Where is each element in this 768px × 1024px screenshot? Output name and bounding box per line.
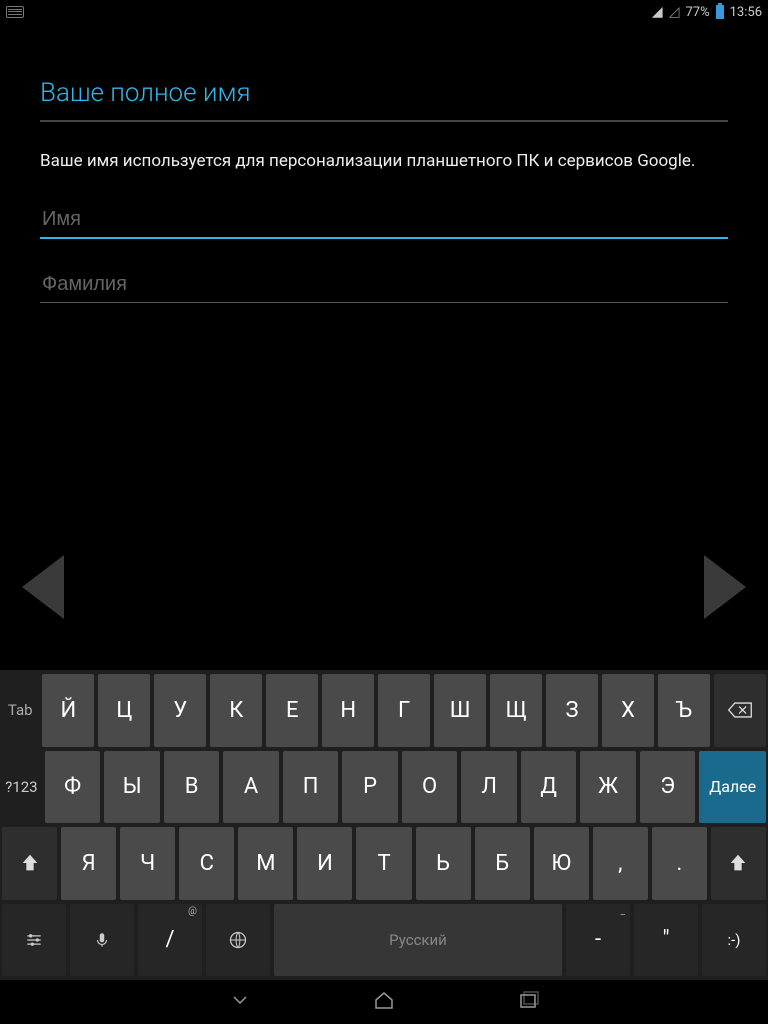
key-letter[interactable]: М	[238, 827, 293, 900]
key-letter[interactable]: Й	[42, 674, 94, 747]
key-letter[interactable]: .	[652, 827, 707, 900]
key-letter[interactable]: Ю	[534, 827, 589, 900]
backspace-icon	[727, 701, 753, 719]
page-description: Ваше имя используется для персонализации…	[40, 150, 728, 174]
last-name-input[interactable]	[40, 267, 728, 303]
key-mic[interactable]	[70, 904, 134, 977]
key-smile[interactable]: :-)	[702, 904, 766, 977]
wifi-icon: ◢	[652, 4, 663, 20]
first-name-field[interactable]	[40, 202, 728, 239]
key-letter[interactable]: К	[210, 674, 262, 747]
nav-home[interactable]	[372, 988, 396, 1016]
soft-keyboard: Tab Й Ц У К Е Н Г Ш Щ З Х Ъ ?123 Ф Ы В А…	[0, 670, 768, 980]
key-letter[interactable]: У	[154, 674, 206, 747]
key-letter[interactable]: Ф	[45, 751, 101, 824]
key-letter[interactable]: Щ	[490, 674, 542, 747]
clock: 13:56	[730, 5, 762, 20]
next-arrow[interactable]	[704, 555, 746, 619]
key-letter[interactable]: Б	[475, 827, 530, 900]
key-letter[interactable]: Д	[521, 751, 577, 824]
key-letter[interactable]: П	[283, 751, 339, 824]
key-letter[interactable]: И	[297, 827, 352, 900]
key-symbols[interactable]: ?123	[2, 751, 41, 824]
key-backspace[interactable]	[714, 674, 766, 747]
key-letter[interactable]: Т	[356, 827, 411, 900]
key-letter[interactable]: Ц	[98, 674, 150, 747]
nav-recents[interactable]	[516, 988, 540, 1016]
keyboard-hide-icon	[228, 988, 252, 1012]
key-letter[interactable]: О	[402, 751, 458, 824]
shift-icon	[19, 852, 41, 874]
nav-back[interactable]	[228, 988, 252, 1016]
key-letter[interactable]: Ч	[120, 827, 175, 900]
battery-icon	[716, 5, 724, 19]
last-name-field[interactable]	[40, 267, 728, 303]
key-letter[interactable]: Я	[61, 827, 116, 900]
key-letter[interactable]: Ъ	[658, 674, 710, 747]
system-navbar	[0, 980, 768, 1024]
key-letter[interactable]: Г	[378, 674, 430, 747]
key-letter[interactable]: Н	[322, 674, 374, 747]
mic-icon	[93, 931, 111, 949]
key-letter[interactable]: С	[179, 827, 234, 900]
sliders-icon	[24, 930, 44, 950]
first-name-input[interactable]	[40, 202, 728, 239]
key-enter[interactable]: Далее	[699, 751, 766, 824]
globe-icon	[228, 930, 248, 950]
recents-icon	[516, 988, 540, 1012]
key-letter[interactable]: ,	[593, 827, 648, 900]
key-letter[interactable]: Ш	[434, 674, 486, 747]
page-title: Ваше полное имя	[40, 78, 728, 122]
signal-icon: ◿	[669, 4, 680, 20]
key-tab[interactable]: Tab	[2, 674, 38, 747]
key-dash[interactable]: _-	[566, 904, 630, 977]
key-letter[interactable]: Ь	[416, 827, 471, 900]
key-quote[interactable]: "	[634, 904, 698, 977]
keyboard-indicator-icon	[6, 6, 24, 18]
key-space[interactable]: Русский	[274, 904, 562, 977]
key-language[interactable]	[206, 904, 270, 977]
key-letter[interactable]: А	[223, 751, 279, 824]
key-letter[interactable]: Е	[266, 674, 318, 747]
battery-percent: 77%	[685, 5, 709, 20]
key-letter[interactable]: Х	[602, 674, 654, 747]
key-letter[interactable]: Ж	[580, 751, 636, 824]
key-slash[interactable]: @/	[138, 904, 202, 977]
key-letter[interactable]: Ы	[104, 751, 160, 824]
key-shift-right[interactable]	[711, 827, 766, 900]
key-shift-left[interactable]	[2, 827, 57, 900]
home-icon	[372, 988, 396, 1012]
key-letter[interactable]: З	[546, 674, 598, 747]
back-arrow[interactable]	[22, 555, 64, 619]
status-bar: ◢ ◿ 77% 13:56	[0, 0, 768, 24]
key-letter[interactable]: Р	[342, 751, 398, 824]
key-letter[interactable]: Э	[640, 751, 696, 824]
key-letter[interactable]: В	[164, 751, 220, 824]
shift-icon	[727, 852, 749, 874]
key-letter[interactable]: Л	[461, 751, 517, 824]
key-settings[interactable]	[2, 904, 66, 977]
